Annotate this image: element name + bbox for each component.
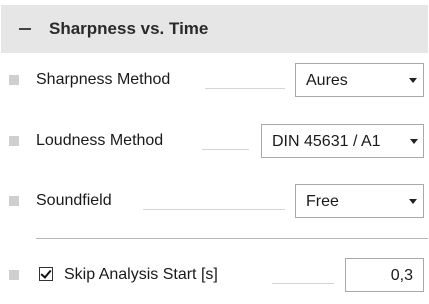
chevron-down-icon[interactable] [410,139,418,144]
square-bullet-icon [9,136,19,146]
skip-analysis-value: 0,3 [390,267,413,284]
skip-analysis-input[interactable]: 0,3 [345,258,424,292]
collapse-minus-icon[interactable] [19,28,31,30]
soundfield-value: Free [306,193,339,210]
square-bullet-icon [9,196,19,206]
divider [36,238,428,239]
checkmark-icon [40,267,52,279]
leader-line [272,283,334,284]
square-bullet-icon [9,75,19,85]
soundfield-dropdown[interactable]: Free [295,184,424,218]
chevron-down-icon[interactable] [409,199,417,204]
loudness-method-label: Loudness Method [36,132,164,149]
sharpness-method-dropdown[interactable]: Aures [295,63,424,97]
sharpness-method-value: Aures [306,72,348,89]
sharpness-method-row: Sharpness Method Aures [0,63,429,97]
skip-analysis-row: Skip Analysis Start [s] 0,3 [0,258,429,292]
loudness-method-value: DIN 45631 / A1 [272,133,381,150]
leader-line [205,88,285,89]
leader-line [202,149,249,150]
skip-analysis-checkbox[interactable] [39,267,53,281]
chevron-down-icon[interactable] [409,78,417,83]
leader-line [143,209,285,210]
sharpness-method-label: Sharpness Method [36,71,171,88]
soundfield-label: Soundfield [36,192,112,209]
loudness-method-dropdown[interactable]: DIN 45631 / A1 [261,124,424,158]
loudness-method-row: Loudness Method DIN 45631 / A1 [0,124,429,158]
section-header[interactable]: Sharpness vs. Time [1,5,428,53]
sharpness-panel: Sharpness vs. Time Sharpness Method Aure… [0,0,429,304]
section-title: Sharpness vs. Time [49,19,209,38]
soundfield-row: Soundfield Free [0,184,429,218]
square-bullet-icon [9,270,19,280]
skip-analysis-label: Skip Analysis Start [s] [64,266,218,283]
